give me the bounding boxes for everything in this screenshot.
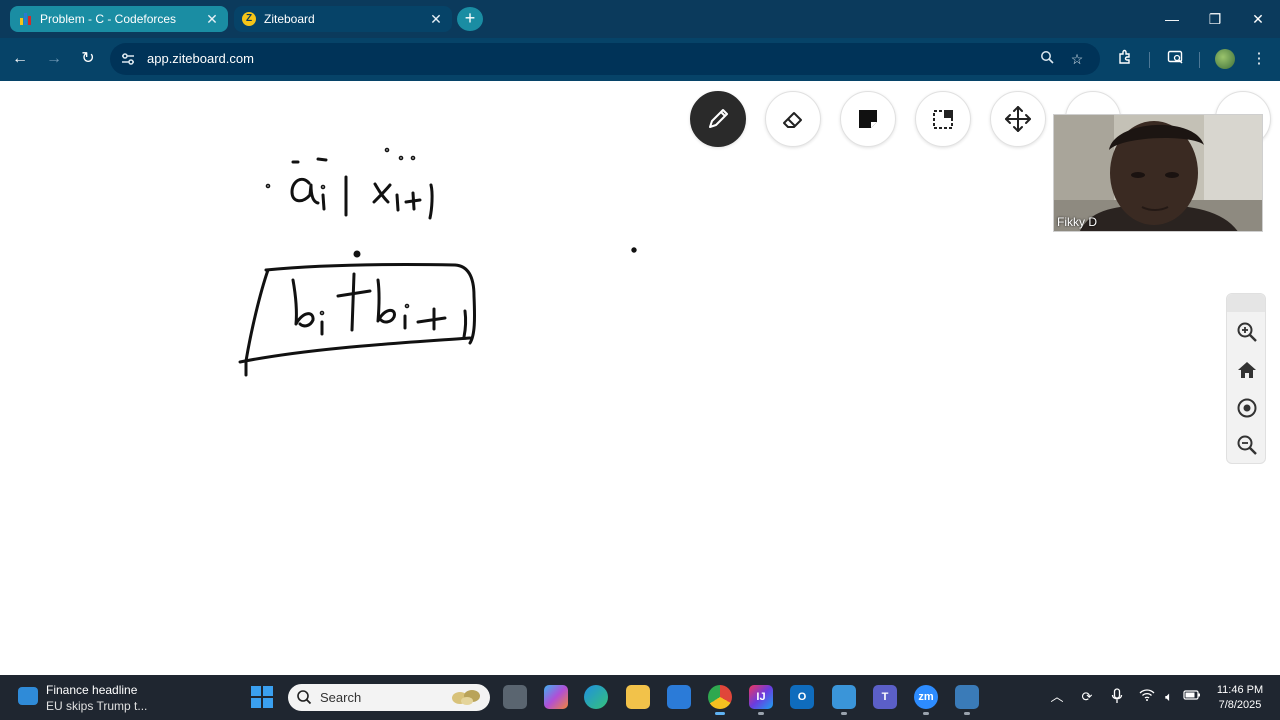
extensions-icon[interactable] [1115,49,1135,69]
profile-avatar[interactable] [1215,49,1235,69]
zoom-in-button[interactable] [1235,320,1259,344]
toolbar-divider [1199,52,1200,68]
restore-icon[interactable]: ❐ [1204,8,1226,30]
tab-close-icon[interactable]: ✕ [428,11,444,27]
zoom-panel-handle[interactable] [1227,294,1265,312]
edge-icon[interactable] [584,685,608,709]
system-clock[interactable]: 11:46 PM 7/8/2025 [1210,683,1270,713]
news-widget-title[interactable]: Finance headline [46,683,137,697]
url-text: app.ziteboard.com [147,51,254,66]
task-manager-icon[interactable] [955,685,979,715]
zoom-in-icon [1237,322,1257,342]
move-icon [1005,106,1031,132]
reload-icon[interactable]: ↻ [77,48,99,70]
site-info-icon[interactable] [120,51,136,67]
volume-icon[interactable]: 🔈︎ [1160,688,1178,706]
news-widget-subtitle[interactable]: EU skips Trump t... [46,699,147,713]
store-icon[interactable] [667,685,691,709]
toolbar-divider [1149,52,1150,68]
zoom-app-icon[interactable]: zm [914,685,938,715]
news-widget-icon[interactable] [18,687,38,705]
search-placeholder: Search [320,690,362,705]
address-bar[interactable]: app.ziteboard.com ☆ [110,43,1100,75]
clock-date: 7/8/2025 [1218,699,1262,711]
tab-title: Problem - C - Codeforces [40,12,177,26]
whiteboard-canvas[interactable]: Fikky D [0,81,1280,675]
chevron-up-icon[interactable]: ︿ [1048,688,1066,706]
intellij-icon[interactable]: IJ [749,685,773,715]
windows-taskbar: Finance headline EU skips Trump t... Sea… [0,675,1280,720]
select-icon [933,110,953,129]
tab-ziteboard[interactable]: Z Ziteboard ✕ [234,6,452,32]
wifi-icon[interactable] [1138,688,1156,706]
tab-codeforces[interactable]: Problem - C - Codeforces ✕ [10,6,228,32]
chrome-icon[interactable] [708,685,732,715]
clock-time: 11:46 PM [1216,684,1264,696]
tab-close-icon[interactable]: ✕ [204,11,220,27]
zoom-lens-icon[interactable] [1038,50,1056,68]
teams-icon[interactable]: T [873,685,897,709]
bookmark-star-icon[interactable]: ☆ [1068,50,1086,68]
tab-title: Ziteboard [264,12,315,26]
home-button[interactable] [1235,358,1259,382]
codeforces-favicon-icon [18,12,32,26]
file-explorer-icon[interactable] [626,685,650,709]
zoom-out-button[interactable] [1235,433,1259,457]
sticky-note-icon [859,110,877,128]
pencil-icon [709,109,728,128]
back-icon[interactable]: ← [9,48,31,70]
minimize-icon[interactable]: — [1161,8,1183,30]
file-explorer-window-icon[interactable] [503,685,527,709]
participant-video[interactable]: Fikky D [1053,114,1263,232]
menu-kebab-icon[interactable]: ⋮ [1249,49,1269,69]
sticky-note-tool-button[interactable] [840,91,896,147]
ziteboard-favicon-icon: Z [242,12,256,26]
search-highlight-icon [452,690,480,705]
battery-icon[interactable] [1183,688,1201,706]
eraser-tool-button[interactable] [765,91,821,147]
microphone-icon[interactable] [1108,688,1126,706]
zoom-out-icon [1237,435,1257,455]
forward-icon[interactable]: → [43,48,65,70]
windows-start-icon[interactable] [251,686,273,708]
browser-toolbar: ← → ↻ app.ziteboard.com ☆ ⋮ [0,38,1280,81]
participant-name: Fikky D [1057,215,1097,229]
select-tool-button[interactable] [915,91,971,147]
taskbar-search[interactable]: Search [288,684,490,711]
sync-icon[interactable]: ⟳ [1078,688,1096,706]
center-button[interactable] [1235,396,1259,420]
camera-icon[interactable] [832,685,856,715]
eraser-icon [783,112,802,128]
move-tool-button[interactable] [990,91,1046,147]
close-window-icon[interactable]: ✕ [1247,8,1269,30]
target-icon [1237,398,1257,418]
pen-tool-button[interactable] [690,91,746,147]
search-icon [297,690,312,705]
copilot-icon[interactable] [544,685,568,709]
home-icon [1238,362,1256,378]
zoom-panel [1226,293,1266,464]
new-tab-button[interactable]: + [457,7,483,31]
outlook-icon[interactable]: O [790,685,814,709]
tab-search-icon[interactable] [1165,49,1185,69]
tab-strip: Problem - C - Codeforces ✕ Z Ziteboard ✕… [0,0,1280,38]
